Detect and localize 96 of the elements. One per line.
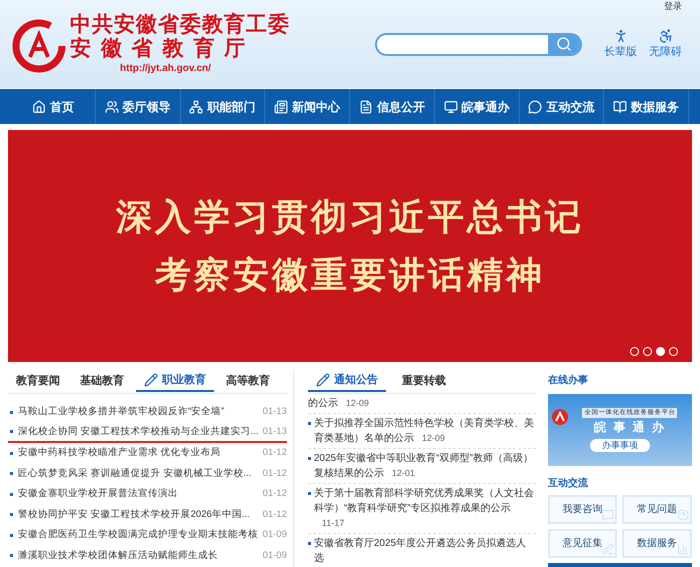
nav-icon bbox=[613, 100, 628, 114]
nav-icon bbox=[528, 100, 542, 114]
nav-item[interactable]: 首页 bbox=[11, 89, 96, 124]
bullet-icon bbox=[308, 422, 311, 425]
news-row[interactable]: 安徽中药科技学校瞄准产业需求 优化专业布局 01-12 bbox=[8, 443, 287, 464]
tab[interactable]: 基础教育 bbox=[72, 370, 132, 392]
notice-text: 安徽省教育厅2025年度公开遴选公务员拟遴选人选 bbox=[314, 536, 528, 566]
nav-icon bbox=[274, 100, 288, 114]
bullet-icon bbox=[10, 534, 13, 537]
notice-text: 的公示 12-09 bbox=[308, 397, 369, 411]
bullet-icon bbox=[308, 457, 311, 460]
notice-text: 关于第十届教育部科学研究优秀成果奖（人文社会科学）“教育科学研究”专区拟推荐成果的公示 11-17 bbox=[314, 486, 535, 530]
search-icon bbox=[556, 36, 572, 52]
nav-icon bbox=[189, 100, 204, 114]
bullet-icon bbox=[10, 513, 13, 516]
news-title: 马鞍山工业学校多措并举筑牢校园反诈“安全墙” bbox=[18, 405, 226, 420]
news-date: 01-13 bbox=[262, 424, 287, 439]
tab[interactable]: 通知公告 bbox=[308, 370, 386, 392]
bullet-icon bbox=[308, 492, 311, 495]
news-row[interactable]: 匠心筑梦竞风采 赛训融通促提升 安徽机械工业学校... 01-12 bbox=[8, 464, 287, 484]
search-button[interactable] bbox=[548, 34, 580, 54]
tab[interactable]: 职业教育 bbox=[136, 370, 214, 392]
nav-item[interactable]: 委厅领导 bbox=[96, 89, 180, 124]
tab[interactable]: 高等教育 bbox=[218, 370, 278, 392]
bullet-icon bbox=[10, 554, 13, 558]
logo-subtitle: 安 徽 省 教 育 厅 bbox=[70, 36, 248, 60]
tile-icon bbox=[677, 509, 689, 521]
news-title: 匠心筑梦竞风采 赛训融通促提升 安徽机械工业学校... bbox=[18, 466, 252, 481]
interaction-tile[interactable]: 常见问题 bbox=[622, 495, 692, 524]
news-title: 警校协同护平安 安徽工程技术学校开展2026年中国... bbox=[18, 508, 251, 522]
news-row[interactable]: 警校协同护平安 安徽工程技术学校开展2026年中国... 01-12 bbox=[8, 504, 287, 525]
notice-item[interactable]: 关于第十届教育部科学研究优秀成果奖（人文社会科学）“教育科学研究”专区拟推荐成果的公示 11-17 bbox=[308, 484, 536, 534]
news-date: 01-12 bbox=[262, 446, 287, 460]
news-date: 01-09 bbox=[262, 548, 287, 563]
logo-icon bbox=[12, 19, 66, 73]
site-url: http://jyt.ah.gov.cn/ bbox=[120, 62, 212, 76]
bullet-icon bbox=[10, 410, 13, 414]
news-title: 安徽金寨职业学校开展普法宣传演出 bbox=[18, 487, 179, 502]
notice-text: 关于拟推荐全国示范性特色学校（美育类学校、美育类基地）名单的公示 12-09 bbox=[314, 416, 535, 446]
interaction-tile[interactable]: 我要咨询 bbox=[548, 495, 618, 524]
banner-headline: 深入学习贯彻习近平总书记 bbox=[116, 197, 584, 237]
news-row[interactable]: 安徽金寨职业学校开展普法宣传演出 01-12 bbox=[8, 484, 287, 504]
interaction-tile[interactable]: 数据服务 bbox=[622, 529, 692, 558]
bullet-icon bbox=[10, 492, 13, 496]
news-date: 01-12 bbox=[262, 508, 287, 522]
news-date: 01-13 bbox=[262, 405, 287, 420]
news-title: 安徽中药科技学校瞄准产业需求 优化专业布局 bbox=[18, 446, 222, 460]
notice-item[interactable]: 关于拟推荐全国示范性特色学校（美育类学校、美育类基地）名单的公示 12-09 bbox=[308, 414, 536, 449]
news-title: 深化校企协同 安徽工程技术学校推动与企业共建实习... bbox=[18, 424, 259, 439]
notice-item[interactable]: 2025年安徽省中等职业教育“双师型”教师（高级）复核结果的公示 12-01 bbox=[308, 449, 536, 484]
interaction-tile[interactable]: 意见征集 bbox=[548, 529, 618, 558]
news-date: 01-09 bbox=[262, 528, 287, 542]
search-field[interactable] bbox=[375, 32, 582, 56]
nav-item[interactable]: 信息公开 bbox=[350, 89, 435, 124]
nav-item[interactable]: 互动交流 bbox=[520, 89, 604, 124]
news-date: 01-12 bbox=[262, 466, 287, 481]
nav-icon bbox=[444, 100, 458, 114]
tab[interactable]: 教育要闻 bbox=[8, 370, 68, 392]
tile-icon bbox=[602, 509, 614, 521]
nav-icon bbox=[358, 100, 373, 114]
login-link[interactable]: 登录 bbox=[664, 0, 682, 14]
bullet-icon bbox=[308, 542, 311, 545]
news-title: 濉溪职业技术学校团体解压活动赋能师生成长 bbox=[18, 548, 219, 563]
logo-title: 中共安徽省委教育工委 bbox=[70, 12, 290, 36]
banner-headline: 考察安徽重要讲话精神 bbox=[155, 255, 545, 295]
nav-item[interactable]: 皖事通办 bbox=[434, 89, 520, 124]
logo-icon bbox=[552, 409, 568, 425]
mode-button[interactable]: 无障碍 bbox=[649, 28, 682, 60]
nav-item[interactable]: 新闻中心 bbox=[265, 89, 350, 124]
news-row[interactable]: 濉溪职业技术学校团体解压活动赋能师生成长 01-09 bbox=[8, 546, 287, 566]
nav-item[interactable]: 数据服务 bbox=[604, 89, 689, 124]
mode-button[interactable]: 长辈版 bbox=[604, 28, 637, 60]
pencil-icon bbox=[316, 373, 330, 387]
news-row[interactable]: 马鞍山工业学校多措并举筑牢校园反诈“安全墙” 01-13 bbox=[8, 402, 287, 422]
nav-icon bbox=[32, 100, 46, 114]
service-title: 皖 事 通 办 bbox=[594, 418, 666, 436]
person-icon bbox=[658, 28, 674, 44]
nav-icon bbox=[104, 100, 119, 114]
notice-item[interactable]: 安徽省教育厅2025年度公开遴选公务员拟遴选人选 bbox=[308, 534, 536, 567]
tab[interactable]: 重要转载 bbox=[394, 370, 454, 392]
notice-item[interactable]: 的公示 12-09 bbox=[308, 394, 536, 414]
pencil-icon bbox=[144, 373, 158, 387]
bullet-icon bbox=[10, 472, 13, 476]
section-heading: 在线办事 bbox=[548, 374, 589, 388]
section-heading: 互动交流 bbox=[548, 476, 589, 491]
bullet-icon bbox=[10, 452, 13, 455]
tile-icon bbox=[677, 543, 689, 555]
bullet-icon bbox=[10, 430, 13, 434]
nav-item[interactable]: 职能部门 bbox=[180, 89, 266, 124]
news-date: 01-12 bbox=[262, 487, 287, 502]
services-button[interactable]: 办事事项 bbox=[590, 438, 650, 452]
news-title: 安徽合肥医药卫生学校圆满完成护理专业期末技能考核 bbox=[18, 528, 259, 542]
tile-icon bbox=[602, 543, 614, 555]
news-row[interactable]: 安徽合肥医药卫生学校圆满完成护理专业期末技能考核 01-09 bbox=[8, 525, 287, 546]
notice-text: 2025年安徽省中等职业教育“双师型”教师（高级）复核结果的公示 12-01 bbox=[314, 452, 534, 481]
news-row[interactable]: 深化校企协同 安徽工程技术学校推动与企业共建实习... 01-13 bbox=[8, 422, 287, 443]
